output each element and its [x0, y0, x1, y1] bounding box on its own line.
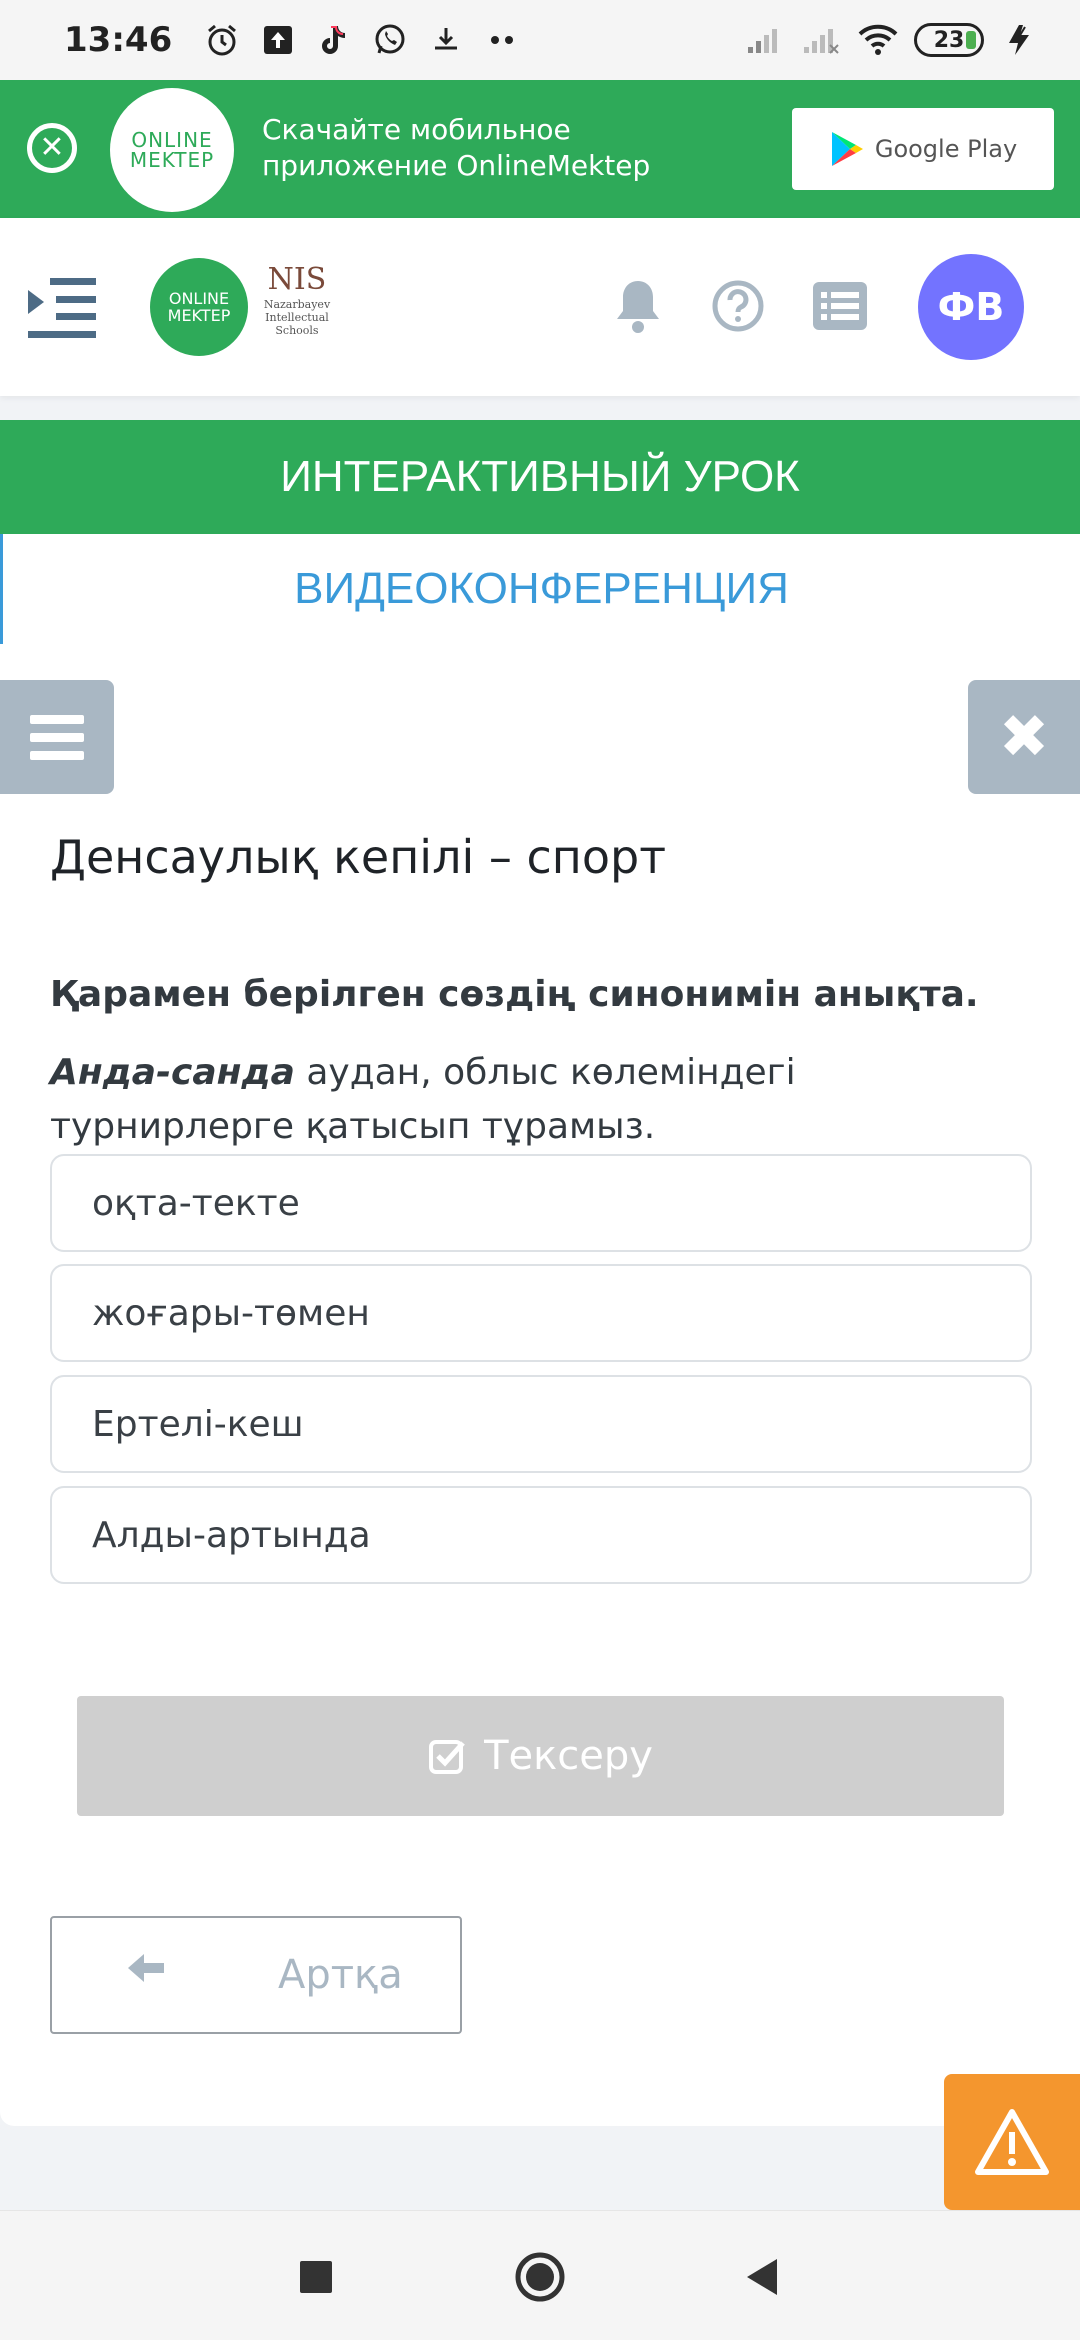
signal-icon — [802, 20, 842, 60]
list-icon[interactable] — [810, 276, 870, 336]
warning-icon — [975, 2109, 1049, 2175]
nis-logo-line: Intellectual — [265, 311, 329, 324]
battery-fill — [966, 31, 976, 49]
page-title: Денсаулық кепілі – спорт — [50, 830, 667, 884]
check-button[interactable]: Тексеру — [77, 1696, 1004, 1816]
help-icon[interactable] — [708, 276, 768, 336]
upload-icon — [258, 20, 298, 60]
status-time: 13:46 — [64, 20, 173, 60]
wifi-icon — [858, 20, 898, 60]
answer-option[interactable]: жоғары-төмен — [50, 1264, 1032, 1362]
whatsapp-icon — [370, 20, 410, 60]
close-lesson-button[interactable]: ✖ — [968, 680, 1080, 794]
menu-line — [30, 732, 84, 742]
back-button-label: Артқа — [278, 1952, 403, 1998]
home-icon[interactable] — [508, 2245, 572, 2309]
google-play-label: Google Play — [874, 135, 1018, 163]
sidebar-toggle-icon[interactable] — [26, 276, 96, 340]
checkbox-icon — [429, 1740, 465, 1774]
app-header: ONLINE MEKTEP NIS Nazarbayev Intellectua… — [0, 218, 1080, 396]
status-left: 13:46 — [64, 20, 522, 60]
menu-line — [30, 750, 84, 760]
nis-logo-title: NIS — [267, 262, 327, 297]
back-button[interactable]: Артқа — [50, 1916, 462, 2034]
battery-indicator: 23 — [914, 23, 984, 57]
logo-text-line2: MEKTEP — [167, 306, 231, 325]
answer-option[interactable]: оқта-текте — [50, 1154, 1032, 1252]
more-dots-icon — [482, 20, 522, 60]
check-button-label: Тексеру — [484, 1733, 653, 1779]
lesson-card: ✖ Денсаулық кепілі – спорт Қарамен беріл… — [0, 644, 1080, 2126]
close-icon[interactable]: ✕ — [27, 123, 77, 173]
logo-text-line2: MEKTEP — [129, 148, 215, 172]
battery-level: 23 — [933, 27, 965, 53]
highlighted-word: Анда-санда — [50, 1052, 295, 1093]
charging-icon — [1000, 20, 1040, 60]
onlinemektep-logo[interactable]: ONLINE MEKTEP — [150, 258, 248, 356]
lesson-menu-button[interactable] — [0, 680, 114, 794]
report-problem-button[interactable] — [944, 2074, 1080, 2210]
bell-icon[interactable] — [608, 276, 668, 336]
status-bar: 13:46 23 — [0, 0, 1080, 80]
answer-option[interactable]: Алды-артында — [50, 1486, 1032, 1584]
back-icon[interactable] — [730, 2245, 794, 2309]
google-play-button[interactable]: Google Play — [792, 108, 1054, 190]
nis-logo: NIS Nazarbayev Intellectual Schools — [252, 262, 342, 358]
menu-line — [30, 714, 84, 724]
arrow-left-icon — [128, 1954, 164, 1982]
onlinemektep-logo: ONLINE MEKTEP — [110, 88, 234, 212]
nis-logo-line: Nazarbayev — [263, 298, 331, 311]
status-right: 23 — [746, 20, 1040, 60]
system-nav-bar — [0, 2210, 1080, 2340]
tab-videoconference[interactable]: ВИДЕОКОНФЕРЕНЦИЯ — [0, 534, 1080, 644]
google-play-icon — [831, 132, 863, 166]
tab-interactive-lesson[interactable]: ИНТЕРАКТИВНЫЙ УРОК — [0, 420, 1080, 534]
avatar[interactable]: ФВ — [918, 254, 1024, 360]
signal-icon — [746, 20, 786, 60]
logo-text-line1: ONLINE — [168, 289, 230, 308]
recents-icon[interactable] — [284, 2245, 348, 2309]
app-promo-banner: ✕ ONLINE MEKTEP Скачайте мобильное прило… — [0, 80, 1080, 218]
nis-logo-line: Schools — [275, 324, 319, 337]
answer-option[interactable]: Ертелі-кеш — [50, 1375, 1032, 1473]
question-sentence: Анда-санда аудан, облыс көлеміндегі турн… — [50, 1046, 1040, 1154]
question-text: Қарамен берілген сөздің синонимін анықта… — [50, 974, 979, 1015]
logo-text-line1: ONLINE — [131, 128, 213, 152]
download-icon — [426, 20, 466, 60]
tiktok-icon — [314, 20, 354, 60]
alarm-icon — [202, 20, 242, 60]
promo-text: Скачайте мобильное приложение OnlineMekt… — [262, 113, 651, 182]
